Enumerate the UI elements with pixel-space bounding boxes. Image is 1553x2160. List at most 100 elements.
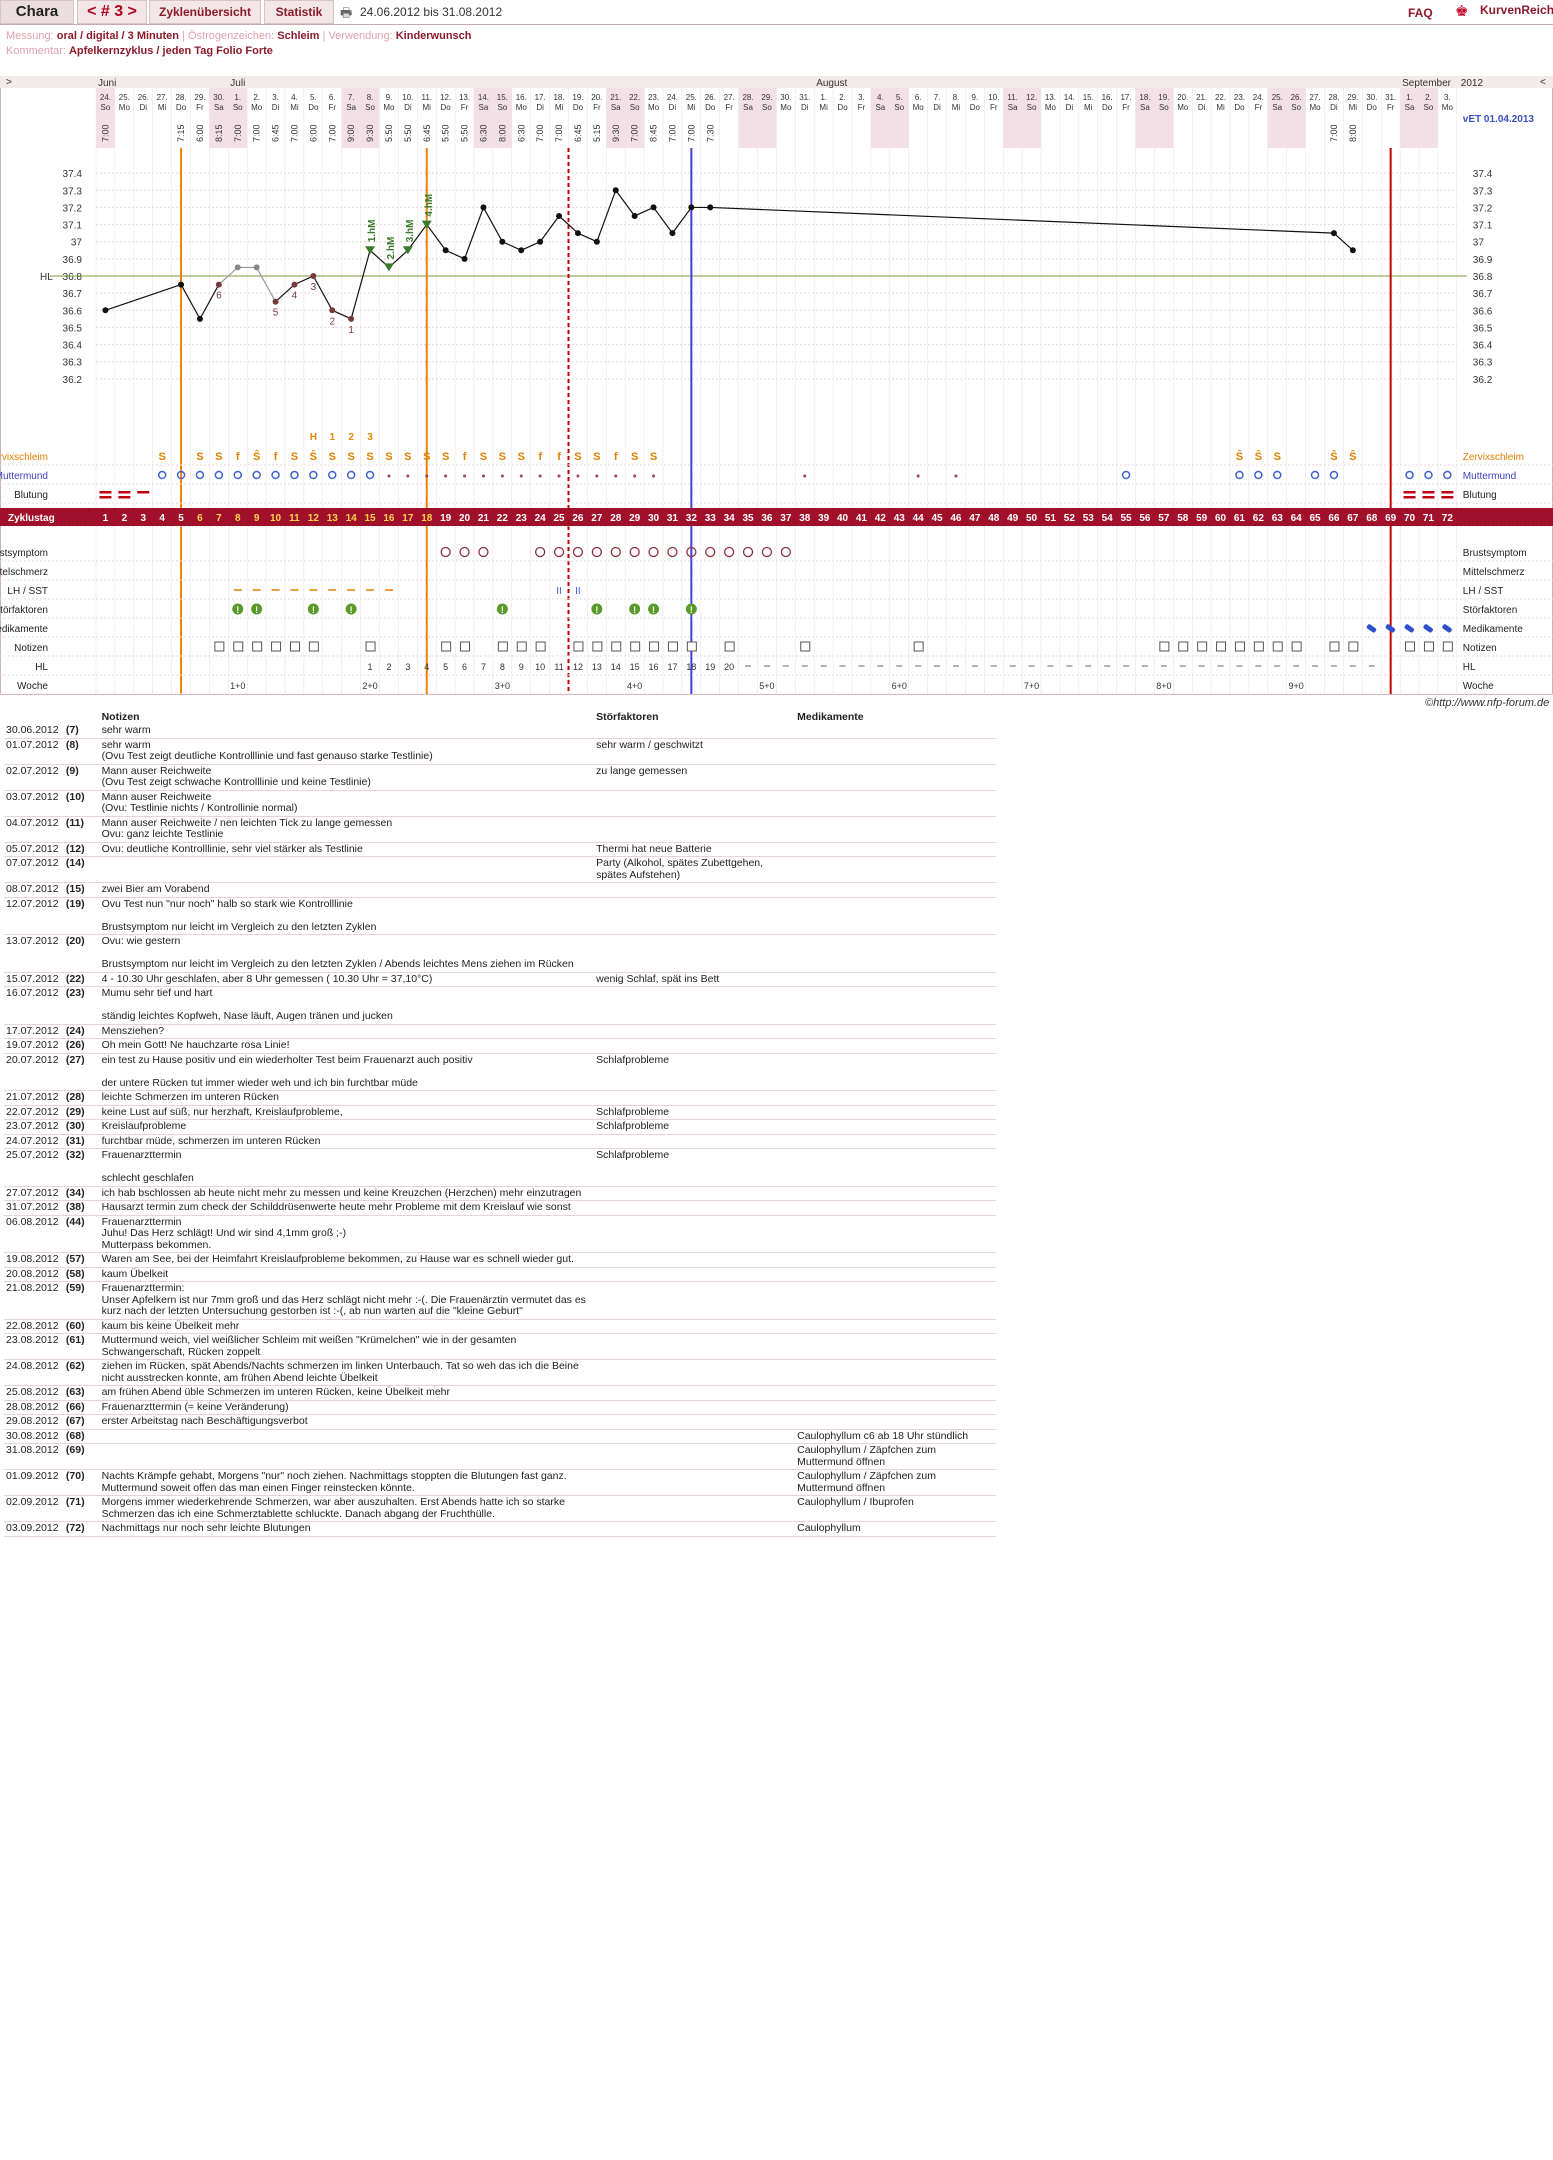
cervix-dot — [500, 474, 504, 478]
weekday: Sa — [214, 103, 224, 112]
cervix-dot — [916, 474, 920, 478]
note-date: 15.07.2012 — [4, 972, 64, 987]
low-measure-label: 2 — [329, 316, 335, 327]
note-date: 06.08.2012 — [4, 1215, 64, 1253]
peak-day-label: 3 — [367, 432, 373, 443]
y-tick-left: 36.9 — [63, 255, 83, 266]
row-label-left-blutung: Blutung — [14, 490, 48, 501]
user-tab[interactable]: Chara — [0, 0, 74, 24]
note-cycle-day: (60) — [63, 1319, 100, 1334]
note-stoer — [594, 816, 796, 843]
bleeding-bar-bottom — [1441, 496, 1454, 499]
weekday: Sa — [611, 103, 621, 112]
weekday: Sa — [1008, 103, 1018, 112]
note-text: kaum bis keine Übelkeit mehr — [99, 1319, 595, 1334]
note-date: 05.07.2012 — [4, 842, 64, 857]
note-cycle-day: (30) — [63, 1119, 100, 1135]
note-med — [795, 724, 996, 739]
note-date: 01.07.2012 — [4, 738, 64, 765]
note-icon — [800, 641, 811, 652]
day-number: 8. — [367, 93, 374, 102]
cervical-mucus-mark: f — [557, 451, 561, 463]
day-number: 20. — [591, 93, 602, 102]
note-row: 20.07.2012 (27) ein test zu Hause positiv … — [4, 1053, 996, 1091]
cervix-dot — [595, 474, 599, 478]
note-icon — [1178, 641, 1189, 652]
weekday: Di — [404, 103, 412, 112]
cervix-dot — [803, 474, 807, 478]
copyright[interactable]: ©http://www.nfp-forum.de — [1425, 697, 1549, 709]
measure-time: 7:00 — [289, 124, 299, 142]
disturbance-glyph: ! — [595, 605, 598, 615]
meta-line-1: Messung: oral / digital / 3 Minuten | Ös… — [6, 30, 472, 42]
cervix-dot — [633, 474, 637, 478]
tab-statistics[interactable]: Statistik — [264, 0, 334, 24]
disturbance-glyph: ! — [501, 605, 504, 615]
note-cycle-day: (8) — [63, 738, 100, 765]
cycle-day-number: 21 — [478, 513, 490, 524]
note-text: Waren am See, bei der Heimfahrt Kreislau… — [99, 1252, 595, 1268]
hl-day-number: 13 — [592, 662, 602, 672]
print-icon[interactable]: 🖶 — [340, 4, 352, 26]
date-range: 24.06.2012 bis 31.08.2012 — [360, 5, 503, 19]
cycle-day-number: 27 — [591, 513, 603, 524]
weekday: Do — [1234, 103, 1245, 112]
cycle-nav[interactable]: < # 3 > — [77, 0, 147, 24]
cycle-day-number: 60 — [1215, 513, 1227, 524]
day-number: 13. — [459, 93, 470, 102]
pregnancy-week-label: 1+0 — [230, 681, 245, 691]
note-icon — [1329, 641, 1340, 652]
note-med — [795, 790, 996, 817]
note-cycle-day: (72) — [63, 1521, 100, 1537]
day-number: 26. — [138, 93, 149, 102]
cervical-mucus-mark: S — [1274, 451, 1281, 463]
row-label-right-blutung: Blutung — [1463, 490, 1497, 501]
cycle-day-number: 26 — [572, 513, 584, 524]
note-row: 28.08.2012 (66) Frauenarzttermin (= keine … — [4, 1400, 996, 1415]
weekday: Mo — [1442, 103, 1454, 112]
note-stoer: zu lange gemessen — [594, 764, 796, 791]
day-number: 21. — [1196, 93, 1207, 102]
tab-cycle-overview[interactable]: Zyklenübersicht — [149, 0, 261, 24]
hl-day-number: 4 — [424, 662, 429, 672]
cycle-day-number: 45 — [931, 513, 943, 524]
day-number: 3. — [1444, 93, 1451, 102]
weekday: Di — [139, 103, 147, 112]
note-date: 19.07.2012 — [4, 1038, 64, 1054]
note-cycle-day: (12) — [63, 842, 100, 857]
day-number: 30. — [1366, 93, 1377, 102]
note-text: Hausarzt termin zum check der Schilddrüs… — [99, 1200, 595, 1216]
cycle-day-number: 43 — [894, 513, 906, 524]
weekday: Mi — [423, 103, 432, 112]
cycle-day-number: 5 — [178, 513, 184, 524]
y-tick-left: 36.7 — [63, 289, 83, 300]
weekday: Mi — [158, 103, 167, 112]
cervical-mucus-mark: S — [442, 451, 449, 463]
brand-name[interactable]: KurvenReich — [1480, 3, 1553, 17]
note-med — [795, 972, 996, 987]
note-text: Frauenarzttermin (= keine Veränderung) — [99, 1400, 595, 1415]
note-text: ziehen im Rücken, spät Abends/Nachts sch… — [99, 1359, 595, 1386]
y-tick-right: 36.7 — [1473, 289, 1493, 300]
note-med — [795, 1385, 996, 1401]
cycle-day-number: 67 — [1347, 513, 1359, 524]
low-measure-label: 3 — [311, 282, 317, 293]
note-stoer — [594, 1024, 796, 1039]
cervix-dot — [954, 474, 958, 478]
note-row: 17.07.2012 (24) Mensziehen? — [4, 1024, 996, 1039]
weekday: So — [1027, 103, 1037, 112]
temp-point — [631, 213, 638, 219]
note-text: ein test zu Hause positiv und ein wieder… — [99, 1053, 595, 1091]
note-med — [795, 1200, 996, 1216]
pregnancy-week-label: 9+0 — [1289, 681, 1304, 691]
note-cycle-day: (29) — [63, 1105, 100, 1120]
cycle-day-number: 70 — [1404, 513, 1416, 524]
temp-point — [574, 230, 581, 237]
note-date: 31.07.2012 — [4, 1200, 64, 1216]
note-icon — [460, 641, 471, 652]
note-stoer — [594, 724, 796, 739]
pregnancy-week-label: 4+0 — [627, 681, 642, 691]
day-number: 16. — [516, 93, 527, 102]
faq-link[interactable]: FAQ — [1408, 6, 1433, 20]
y-tick-left: 36.8 — [63, 272, 83, 283]
